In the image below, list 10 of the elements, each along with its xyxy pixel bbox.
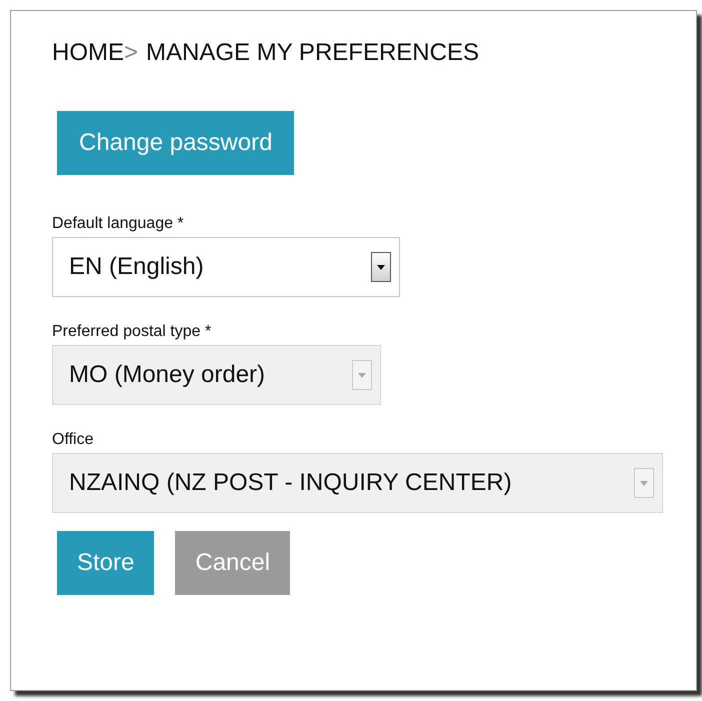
breadcrumb-home-link[interactable]: HOME: [52, 35, 124, 71]
dropdown-value: NZAINQ (NZ POST - INQUIRY CENTER): [69, 468, 513, 498]
page-title: MANAGE MY PREFERENCES: [146, 38, 479, 68]
field-label: Preferred postal type *: [52, 322, 212, 342]
field-label: Default language *: [52, 214, 184, 234]
dropdown-value: EN (English): [69, 252, 205, 282]
dropdown-value: MO (Money order): [69, 360, 266, 390]
field-label: Office: [52, 430, 94, 450]
dropdown-field[interactable]: EN (English): [52, 237, 400, 297]
breadcrumb-separator: >: [124, 38, 138, 68]
